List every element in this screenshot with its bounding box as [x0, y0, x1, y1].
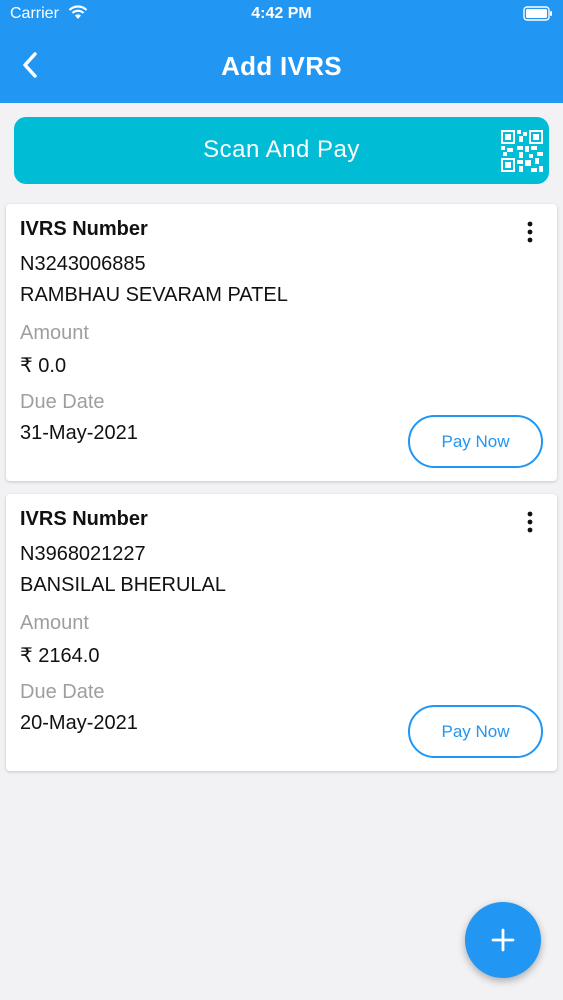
amount-label: Amount [20, 322, 89, 344]
scan-and-pay-label: Scan And Pay [203, 136, 360, 163]
more-vertical-icon [527, 221, 533, 243]
scan-and-pay-button[interactable]: Scan And Pay [14, 117, 549, 184]
more-options-button[interactable] [523, 510, 537, 534]
due-date-label: Due Date [20, 681, 105, 703]
pay-now-button[interactable]: Pay Now [408, 415, 543, 468]
more-vertical-icon [527, 511, 533, 533]
more-options-button[interactable] [523, 220, 537, 244]
page-title: Add IVRS [221, 51, 342, 81]
pay-now-button[interactable]: Pay Now [408, 705, 543, 758]
consumer-name: RAMBHAU SEVARAM PATEL [20, 284, 288, 306]
ivrs-card: IVRS Number N3243006885 RAMBHAU SEVARAM … [6, 204, 557, 481]
due-date-value: 31-May-2021 [20, 422, 138, 444]
amount-label: Amount [20, 612, 89, 634]
ivrs-number-value: N3968021227 [20, 543, 146, 565]
amount-value: ₹ 0.0 [20, 355, 67, 377]
status-time: 4:42 PM [251, 5, 312, 22]
status-bar: Carrier 4:42 PM [0, 0, 563, 30]
nav-bar: Add IVRS [0, 40, 563, 92]
app-bar: Carrier 4:42 PM Add IVRS [0, 0, 563, 103]
ivrs-number-label: IVRS Number [20, 508, 148, 530]
add-ivrs-fab[interactable] [465, 902, 541, 978]
ivrs-number-label: IVRS Number [20, 218, 148, 240]
due-date-value: 20-May-2021 [20, 712, 138, 734]
ivrs-card: IVRS Number N3968021227 BANSILAL BHERULA… [6, 494, 557, 771]
battery-icon [523, 6, 553, 26]
due-date-label: Due Date [20, 391, 105, 413]
ivrs-number-value: N3243006885 [20, 253, 146, 275]
qr-code-icon [501, 130, 543, 172]
plus-icon [491, 928, 515, 952]
amount-value: ₹ 2164.0 [20, 645, 100, 667]
consumer-name: BANSILAL BHERULAL [20, 574, 227, 596]
